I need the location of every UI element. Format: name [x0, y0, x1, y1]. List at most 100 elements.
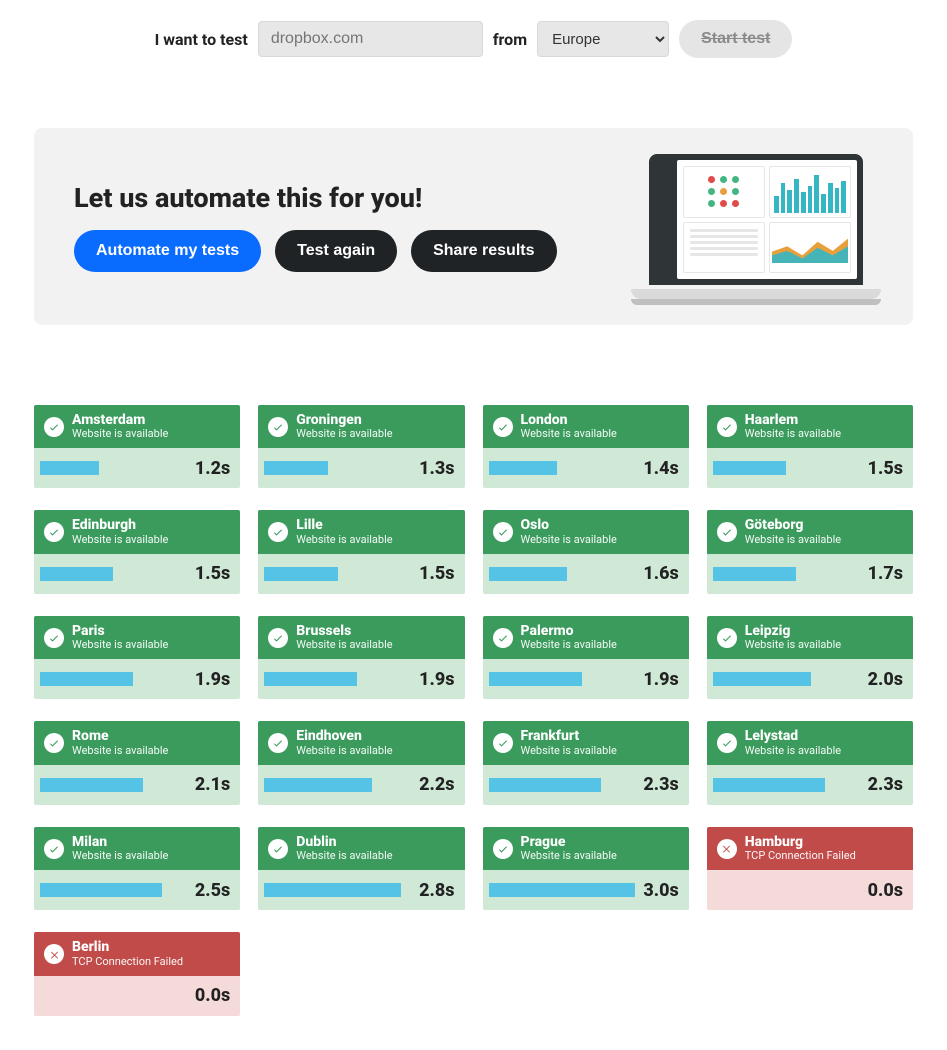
result-card[interactable]: ParisWebsite is available 1.9s: [34, 616, 240, 699]
result-status: Website is available: [296, 428, 392, 440]
result-card[interactable]: OsloWebsite is available 1.6s: [483, 510, 689, 593]
check-circle-icon: [268, 522, 288, 542]
result-card[interactable]: LeipzigWebsite is available 2.0s: [707, 616, 913, 699]
result-status: Website is available: [72, 428, 168, 440]
result-card[interactable]: GroningenWebsite is available1.3s: [258, 405, 464, 488]
result-card[interactable]: BerlinTCP Connection Failed0.0s: [34, 932, 240, 1015]
result-titles: OsloWebsite is available: [521, 518, 617, 545]
check-circle-icon: [44, 839, 64, 859]
check-circle-icon: [44, 628, 64, 648]
result-titles: DublinWebsite is available: [296, 835, 392, 862]
promo-title: Let us automate this for you!: [74, 182, 557, 214]
result-card[interactable]: PragueWebsite is available3.0s: [483, 827, 689, 910]
result-card[interactable]: PalermoWebsite is available1.9s: [483, 616, 689, 699]
result-card[interactable]: GöteborgWebsite is available1.7s: [707, 510, 913, 593]
promo-text-block: Let us automate this for you! Automate m…: [74, 182, 557, 272]
check-circle-icon: [44, 522, 64, 542]
result-titles: EindhovenWebsite is available: [296, 729, 392, 756]
result-city: Lelystad: [745, 729, 841, 744]
result-city: Rome: [72, 729, 168, 744]
automate-promo-panel: Let us automate this for you! Automate m…: [34, 128, 913, 325]
check-circle-icon: [268, 417, 288, 437]
result-card[interactable]: LondonWebsite is available1.4s: [483, 405, 689, 488]
result-card-header: RomeWebsite is available: [34, 721, 240, 764]
result-bar: [489, 883, 636, 897]
result-status: Website is available: [745, 639, 841, 651]
result-card-body: 1.7s: [707, 554, 913, 594]
result-bar: [713, 883, 860, 897]
result-bar: [40, 778, 187, 792]
result-card[interactable]: EdinburghWebsite is available 1.5s: [34, 510, 240, 593]
share-results-button[interactable]: Share results: [411, 230, 556, 272]
result-city: Oslo: [521, 518, 617, 533]
result-bar: [489, 778, 636, 792]
result-time: 2.8s: [419, 880, 454, 901]
result-bar: [264, 567, 411, 581]
region-select[interactable]: Europe: [537, 21, 669, 57]
check-circle-icon: [493, 733, 513, 753]
result-card[interactable]: HamburgTCP Connection Failed0.0s: [707, 827, 913, 910]
result-time: 2.1s: [195, 774, 230, 795]
result-city: Prague: [521, 835, 617, 850]
result-time: 1.9s: [195, 669, 230, 690]
result-time: 2.0s: [868, 669, 903, 690]
result-city: Berlin: [72, 940, 183, 955]
result-titles: BrusselsWebsite is available: [296, 624, 392, 651]
result-card[interactable]: AmsterdamWebsite is available 1.2s: [34, 405, 240, 488]
test-again-button[interactable]: Test again: [275, 230, 397, 272]
result-card[interactable]: LilleWebsite is available1.5s: [258, 510, 464, 593]
result-status: Website is available: [296, 534, 392, 546]
result-card[interactable]: BrusselsWebsite is available 1.9s: [258, 616, 464, 699]
result-card-header: GroningenWebsite is available: [258, 405, 464, 448]
result-bar: [489, 672, 636, 686]
check-circle-icon: [717, 417, 737, 437]
result-card-body: 0.0s: [34, 976, 240, 1016]
result-card-body: 1.6s: [483, 554, 689, 594]
result-card-header: LondonWebsite is available: [483, 405, 689, 448]
result-bar: [264, 778, 411, 792]
result-card-body: 2.2s: [258, 765, 464, 805]
result-city: London: [521, 413, 617, 428]
result-card-header: BerlinTCP Connection Failed: [34, 932, 240, 975]
automate-my-tests-button[interactable]: Automate my tests: [74, 230, 261, 272]
result-bar: [489, 461, 636, 475]
result-card[interactable]: MilanWebsite is available2.5s: [34, 827, 240, 910]
result-card[interactable]: LelystadWebsite is available2.3s: [707, 721, 913, 804]
result-card-header: ParisWebsite is available: [34, 616, 240, 659]
result-status: Website is available: [745, 745, 841, 757]
result-time: 1.9s: [419, 669, 454, 690]
result-card-body: 2.0s: [707, 659, 913, 699]
result-card-header: AmsterdamWebsite is available: [34, 405, 240, 448]
result-bar: [264, 672, 411, 686]
result-card[interactable]: DublinWebsite is available 2.8s: [258, 827, 464, 910]
result-status: Website is available: [296, 850, 392, 862]
result-time: 1.2s: [195, 458, 230, 479]
result-card-header: EdinburghWebsite is available: [34, 510, 240, 553]
result-titles: HaarlemWebsite is available: [745, 413, 841, 440]
result-time: 1.5s: [195, 563, 230, 584]
result-titles: FrankfurtWebsite is available: [521, 729, 617, 756]
result-city: Eindhoven: [296, 729, 392, 744]
result-time: 2.5s: [195, 880, 230, 901]
result-status: Website is available: [521, 639, 617, 651]
result-card[interactable]: RomeWebsite is available 2.1s: [34, 721, 240, 804]
result-card[interactable]: EindhovenWebsite is available 2.2s: [258, 721, 464, 804]
result-card-body: 1.9s: [34, 659, 240, 699]
result-titles: LeipzigWebsite is available: [745, 624, 841, 651]
check-circle-icon: [717, 522, 737, 542]
check-circle-icon: [44, 417, 64, 437]
check-circle-icon: [493, 839, 513, 859]
check-circle-icon: [44, 733, 64, 753]
result-card[interactable]: FrankfurtWebsite is available2.3s: [483, 721, 689, 804]
result-card-body: 1.9s: [483, 659, 689, 699]
url-input[interactable]: [258, 21, 483, 57]
start-test-button: Start test: [679, 20, 792, 58]
result-status: TCP Connection Failed: [745, 850, 856, 862]
result-titles: HamburgTCP Connection Failed: [745, 835, 856, 862]
result-status: Website is available: [296, 639, 392, 651]
result-time: 1.9s: [643, 669, 678, 690]
error-circle-icon: [717, 839, 737, 859]
result-card[interactable]: HaarlemWebsite is available 1.5s: [707, 405, 913, 488]
result-time: 1.5s: [868, 458, 903, 479]
result-bar: [264, 883, 411, 897]
